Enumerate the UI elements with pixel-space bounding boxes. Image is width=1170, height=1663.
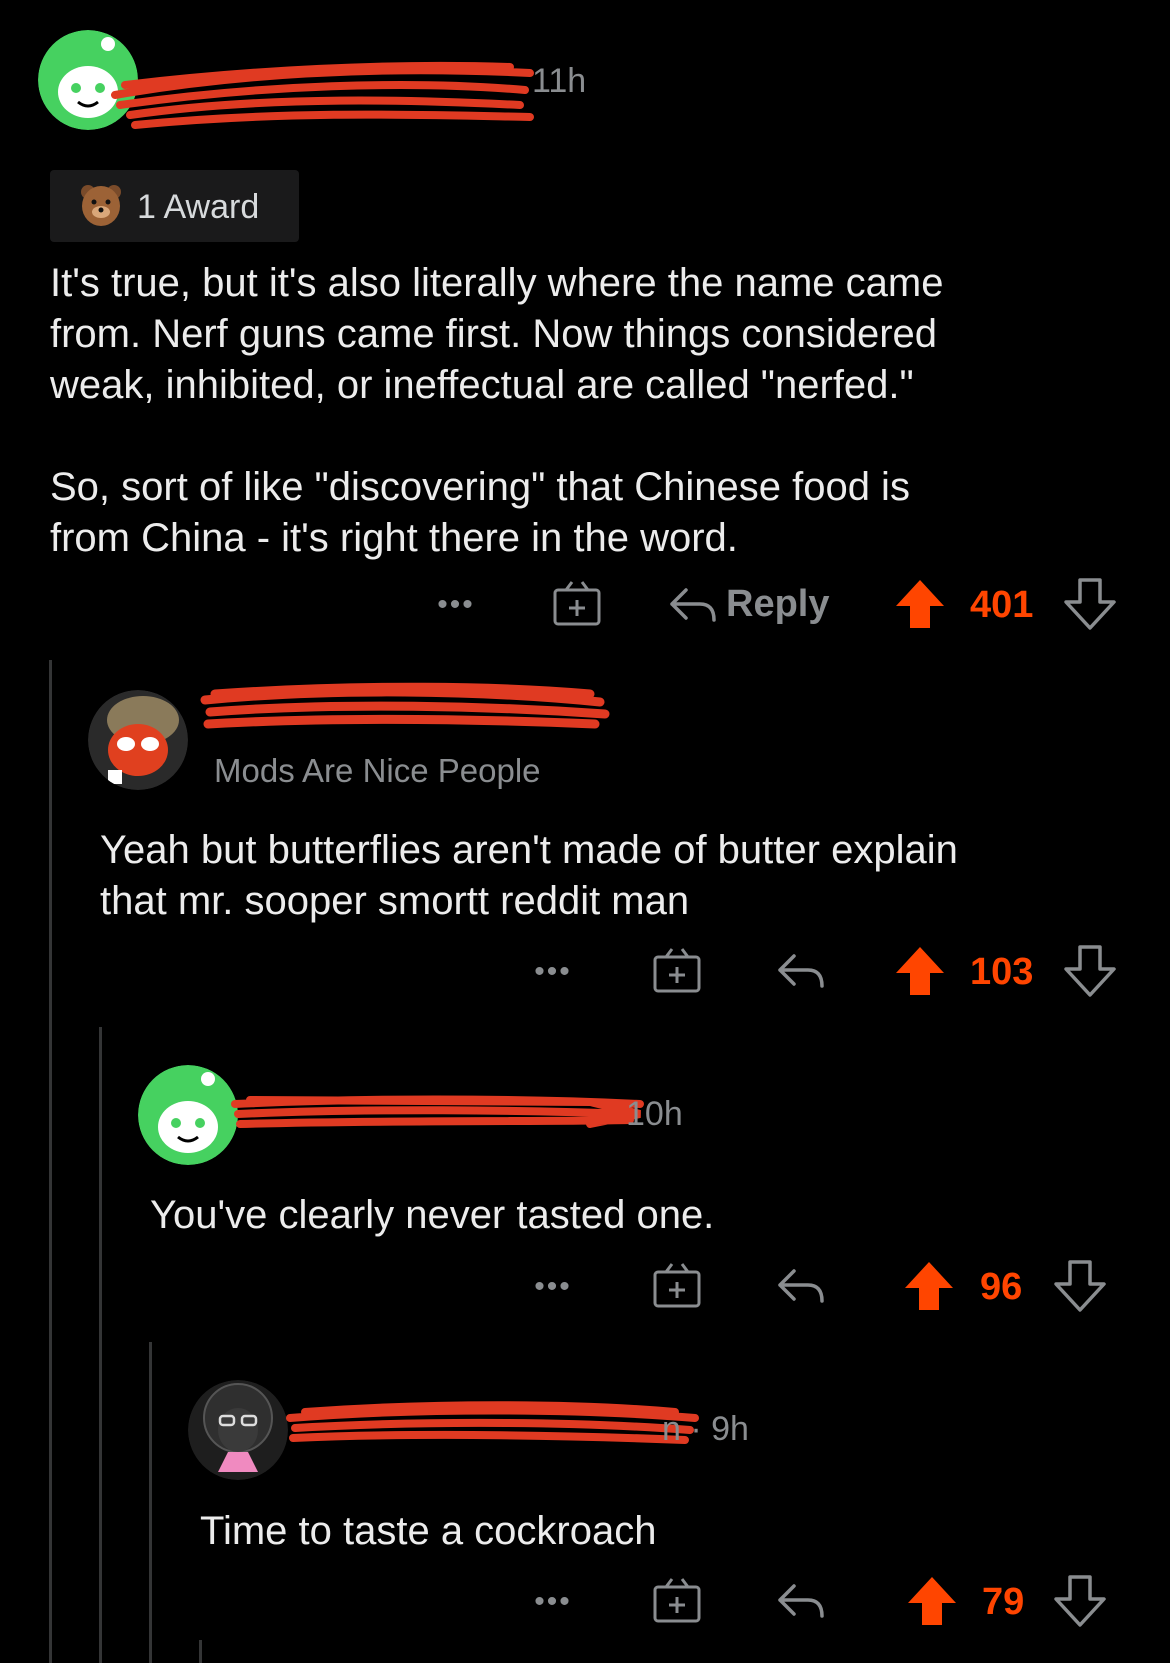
upvote-icon[interactable] — [894, 945, 946, 997]
more-options-button[interactable]: ••• — [523, 952, 583, 992]
more-options-button[interactable]: ••• — [426, 585, 486, 625]
user-flair: Mods Are Nice People — [214, 752, 541, 789]
award-badge[interactable]: 1 Award — [50, 170, 299, 242]
downvote-icon[interactable] — [1064, 578, 1116, 630]
redacted-username — [200, 682, 610, 729]
snoo-avatar-icon — [138, 1065, 238, 1165]
afro-avatar-icon — [188, 1380, 288, 1480]
upvote-icon[interactable] — [903, 1260, 955, 1312]
thread-line-level-4[interactable] — [199, 1640, 202, 1663]
vote-score: 96 — [980, 1266, 1023, 1308]
more-options-button[interactable]: ••• — [523, 1582, 583, 1622]
comment-timestamp: 10h — [626, 1095, 683, 1133]
gift-icon[interactable] — [652, 947, 702, 995]
mascot-avatar-icon — [88, 690, 188, 790]
reply-icon[interactable] — [776, 950, 826, 990]
comment-body: It's true, but it's also literally where… — [50, 261, 944, 560]
thread-line-level-1[interactable] — [49, 660, 52, 1663]
bear-award-icon — [81, 185, 121, 226]
vote-score: 401 — [970, 584, 1034, 626]
gift-icon[interactable] — [652, 1577, 702, 1625]
thread-line-level-3[interactable] — [149, 1342, 152, 1663]
downvote-icon[interactable] — [1064, 945, 1116, 997]
thread-line-level-2[interactable] — [99, 1027, 102, 1663]
comment-timestamp: 11h — [532, 62, 587, 100]
upvote-icon[interactable] — [894, 578, 946, 630]
reply-icon — [670, 588, 716, 622]
reply-button[interactable]: Reply — [668, 578, 829, 630]
reply-icon[interactable] — [776, 1580, 826, 1620]
avatar[interactable] — [138, 1065, 238, 1165]
avatar[interactable] — [88, 690, 188, 790]
gift-icon[interactable] — [552, 580, 602, 628]
avatar[interactable] — [188, 1380, 288, 1480]
redacted-username — [231, 1095, 644, 1128]
reply-icon[interactable] — [776, 1265, 826, 1305]
reply-label: Reply — [726, 582, 830, 625]
comment-timestamp: n · 9h — [662, 1410, 749, 1448]
comment-body: Time to taste a cockroach — [200, 1509, 657, 1553]
redacted-username — [286, 1401, 699, 1444]
more-options-button[interactable]: ••• — [523, 1267, 583, 1307]
comment-body: You've clearly never tasted one. — [150, 1193, 715, 1237]
upvote-icon[interactable] — [906, 1575, 958, 1627]
gift-icon[interactable] — [652, 1262, 702, 1310]
vote-score: 103 — [970, 951, 1034, 993]
vote-score: 79 — [982, 1581, 1025, 1623]
downvote-icon[interactable] — [1054, 1260, 1106, 1312]
redacted-username — [111, 61, 534, 129]
comment-body: Yeah but butterflies aren't made of butt… — [100, 828, 958, 923]
downvote-icon[interactable] — [1054, 1575, 1106, 1627]
award-label: 1 Award — [137, 188, 260, 226]
